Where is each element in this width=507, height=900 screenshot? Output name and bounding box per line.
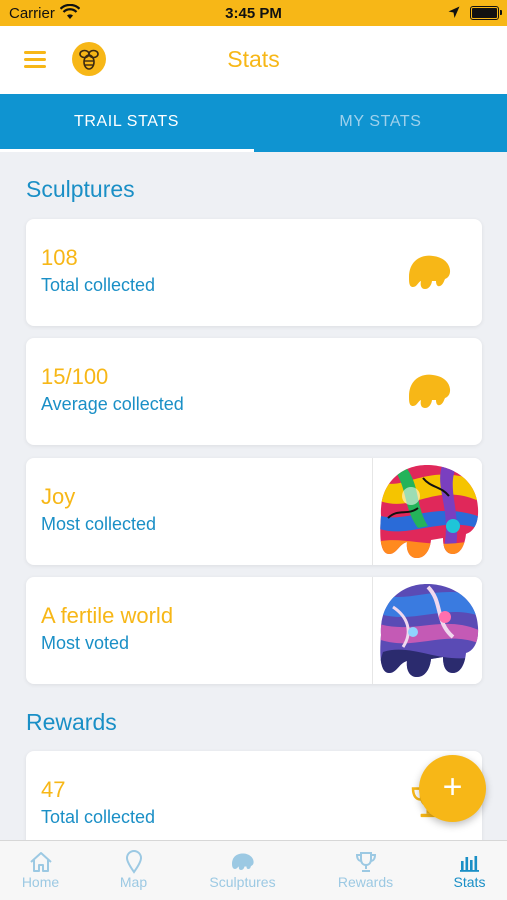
stat-label: Total collected bbox=[41, 275, 156, 295]
sculptures-section-title: Sculptures bbox=[26, 176, 135, 202]
bar-chart-icon bbox=[460, 856, 479, 872]
stats-tabs: TRAIL STATS MY STATS bbox=[0, 94, 507, 152]
status-bar: Carrier 3:45 PM bbox=[0, 0, 507, 26]
stat-value: A fertile world bbox=[41, 603, 174, 628]
bear-icon bbox=[409, 255, 451, 289]
bottom-nav-label: Home bbox=[21, 874, 60, 890]
bear-icon bbox=[232, 853, 254, 870]
stat-value: 47 bbox=[41, 777, 66, 802]
home-icon bbox=[30, 852, 52, 872]
active-tab-indicator bbox=[0, 149, 254, 152]
clock: 3:45 PM bbox=[225, 5, 282, 22]
stat-card-average-collected[interactable]: 15/100 Average collected bbox=[26, 338, 482, 445]
colorful-bear-sculpture-image bbox=[372, 458, 482, 565]
bottom-nav-sculptures[interactable]: Sculptures bbox=[192, 841, 293, 900]
trophy-icon bbox=[355, 852, 377, 872]
tab-my-stats[interactable]: MY STATS bbox=[254, 94, 507, 152]
stat-label: Most collected bbox=[41, 514, 157, 534]
bottom-nav-label: Sculptures bbox=[209, 874, 276, 890]
stat-value: 108 bbox=[41, 245, 78, 270]
nav-bar: Stats bbox=[0, 26, 507, 94]
stat-label: Most voted bbox=[41, 633, 130, 653]
add-fab-button[interactable]: + bbox=[419, 755, 486, 822]
location-arrow-icon bbox=[448, 6, 460, 18]
bear-icon bbox=[409, 374, 451, 408]
stat-label: Total collected bbox=[41, 807, 156, 827]
bottom-nav-label: Rewards bbox=[337, 874, 394, 890]
purple-bear-sculpture-image bbox=[372, 577, 482, 684]
stat-value: Joy bbox=[41, 484, 76, 509]
bottom-nav-label: Map bbox=[119, 874, 148, 890]
stat-value: 15/100 bbox=[41, 364, 109, 389]
map-pin-icon bbox=[125, 850, 143, 874]
rewards-section-title: Rewards bbox=[26, 709, 117, 735]
stat-label: Average collected bbox=[41, 394, 184, 414]
bottom-nav-label: Stats bbox=[453, 874, 486, 890]
bottom-nav-stats[interactable]: Stats bbox=[419, 841, 507, 900]
stat-card-most-collected[interactable]: Joy Most collected bbox=[26, 458, 482, 565]
page-title: Stats bbox=[227, 46, 280, 72]
stat-card-total-collected[interactable]: 108 Total collected bbox=[26, 219, 482, 326]
bottom-nav-rewards[interactable]: Rewards bbox=[315, 841, 416, 900]
tab-trail-stats[interactable]: TRAIL STATS bbox=[0, 94, 253, 152]
bottom-nav-map[interactable]: Map bbox=[83, 841, 184, 900]
bottom-tab-bar: Home Map Sculptures Rewards Stats bbox=[0, 840, 507, 900]
stat-card-most-voted[interactable]: A fertile world Most voted bbox=[26, 577, 482, 684]
bottom-nav-home[interactable]: Home bbox=[0, 841, 91, 900]
battery-icon bbox=[470, 6, 502, 20]
